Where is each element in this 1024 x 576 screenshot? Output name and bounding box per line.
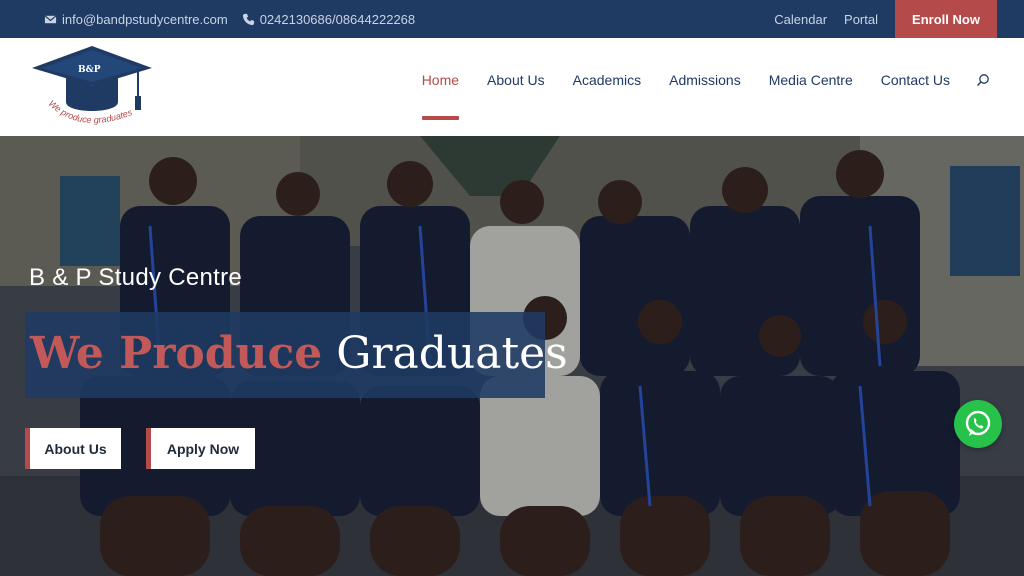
enroll-now-button[interactable]: Enroll Now bbox=[895, 0, 997, 38]
nav-home[interactable]: Home bbox=[421, 38, 460, 122]
headline-rest: Graduates bbox=[336, 328, 568, 379]
email-text[interactable]: info@bandpstudycentre.com bbox=[62, 12, 228, 27]
whatsapp-icon bbox=[965, 410, 991, 436]
main-nav: Home About Us Academics Admissions Media… bbox=[394, 38, 990, 122]
contact-info: info@bandpstudycentre.com 0242130686/086… bbox=[44, 0, 429, 38]
phone-icon bbox=[242, 13, 254, 25]
calendar-link[interactable]: Calendar bbox=[774, 12, 827, 27]
nav-about-us[interactable]: About Us bbox=[487, 38, 545, 122]
whatsapp-button[interactable] bbox=[954, 400, 1002, 448]
nav-admissions[interactable]: Admissions bbox=[669, 38, 741, 122]
top-bar: info@bandpstudycentre.com 0242130686/086… bbox=[0, 0, 1024, 38]
phone-text[interactable]: 0242130686/08644222268 bbox=[260, 12, 415, 27]
hero-subtitle: B & P Study Centre bbox=[29, 264, 243, 291]
nav-academics[interactable]: Academics bbox=[573, 38, 641, 122]
phone-contact[interactable]: 0242130686/08644222268 bbox=[242, 12, 415, 27]
envelope-icon bbox=[44, 14, 57, 23]
search-icon[interactable] bbox=[976, 73, 990, 87]
hero-headline: We Produce Graduates bbox=[30, 324, 568, 384]
hero-section: B & P Study Centre We Produce Graduates … bbox=[0, 136, 1024, 576]
apply-now-button[interactable]: Apply Now bbox=[146, 428, 255, 469]
logo-initials: B&P bbox=[78, 65, 101, 75]
email-contact[interactable]: info@bandpstudycentre.com bbox=[44, 12, 228, 27]
nav-media-centre[interactable]: Media Centre bbox=[769, 38, 853, 122]
site-logo[interactable]: B&P We produce graduates bbox=[30, 44, 154, 130]
site-header: B&P We produce graduates Home About Us A… bbox=[0, 38, 1024, 136]
about-us-button[interactable]: About Us bbox=[25, 428, 121, 469]
top-bar-links: Calendar Portal Enroll Now bbox=[774, 0, 1024, 38]
nav-contact-us[interactable]: Contact Us bbox=[881, 38, 950, 122]
portal-link[interactable]: Portal bbox=[844, 12, 878, 27]
headline-accent: We Produce bbox=[30, 328, 323, 379]
